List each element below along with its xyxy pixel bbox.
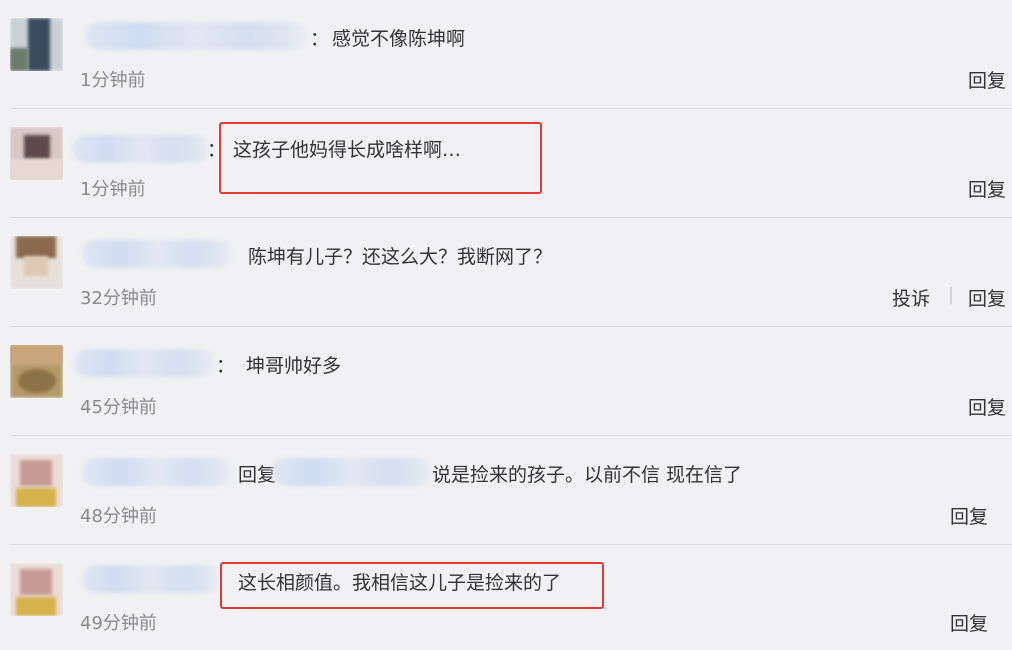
comment-time: 48分钟前 <box>80 506 157 527</box>
reply-button[interactable]: 回复 <box>968 175 1006 202</box>
comment-time: 1分钟前 <box>80 70 146 91</box>
comment-item: ： 感觉不像陈坤啊 1分钟前 回复 <box>10 0 1012 109</box>
avatar[interactable] <box>10 454 63 507</box>
reply-button[interactable]: 回复 <box>968 66 1006 93</box>
username-blurred[interactable] <box>82 458 232 486</box>
username-blurred[interactable] <box>74 349 214 377</box>
comment-time: 1分钟前 <box>80 179 146 200</box>
reply-prefix: 回复 <box>238 464 277 486</box>
comment-item: ： 坤哥帅好多 45分钟前 回复 <box>10 327 1012 436</box>
avatar[interactable] <box>10 236 63 289</box>
comment-text: 陈坤有儿子？还这么大？我断网了？ <box>248 246 553 268</box>
colon: ： <box>216 355 236 377</box>
comment-text: 坤哥帅好多 <box>246 355 342 377</box>
comment-text: 感觉不像陈坤啊 <box>332 28 466 50</box>
avatar[interactable] <box>10 563 63 616</box>
reply-button[interactable]: 回复 <box>950 502 988 529</box>
comment-item: 回复 说是捡来的孩子。以前不信 现在信了 48分钟前 回复 <box>10 436 1012 545</box>
comment-list: ： 感觉不像陈坤啊 1分钟前 回复 ： 这孩子他妈得长成啥样啊… 1分钟前 回复… <box>0 0 1012 650</box>
highlight-box <box>220 562 604 609</box>
avatar[interactable] <box>10 127 63 180</box>
username-blurred[interactable] <box>85 22 307 50</box>
comment-text: 说是捡来的孩子。以前不信 现在信了 <box>432 464 743 486</box>
report-button[interactable]: 投诉 <box>892 284 930 311</box>
reply-button[interactable]: 回复 <box>968 284 1006 311</box>
username-blurred[interactable] <box>72 135 210 163</box>
colon: ： <box>310 28 330 50</box>
comment-time: 32分钟前 <box>80 288 157 309</box>
comment-time: 45分钟前 <box>80 397 157 418</box>
username-blurred[interactable] <box>82 565 220 593</box>
reply-target-blurred[interactable] <box>272 458 432 486</box>
comment-time: 49分钟前 <box>80 613 157 634</box>
comment-item: 这长相颜值。我相信这儿子是捡来的了 49分钟前 回复 <box>10 545 1012 650</box>
reply-button[interactable]: 回复 <box>968 393 1006 420</box>
username-blurred[interactable] <box>82 240 232 268</box>
action-separator: | <box>948 284 955 305</box>
comment-item: ： 这孩子他妈得长成啥样啊… 1分钟前 回复 <box>10 109 1012 218</box>
avatar[interactable] <box>10 345 63 398</box>
highlight-box <box>219 122 542 194</box>
comment-item: 陈坤有儿子？还这么大？我断网了？ 32分钟前 投诉 | 回复 <box>10 218 1012 327</box>
avatar[interactable] <box>10 18 63 71</box>
reply-button[interactable]: 回复 <box>950 609 988 636</box>
